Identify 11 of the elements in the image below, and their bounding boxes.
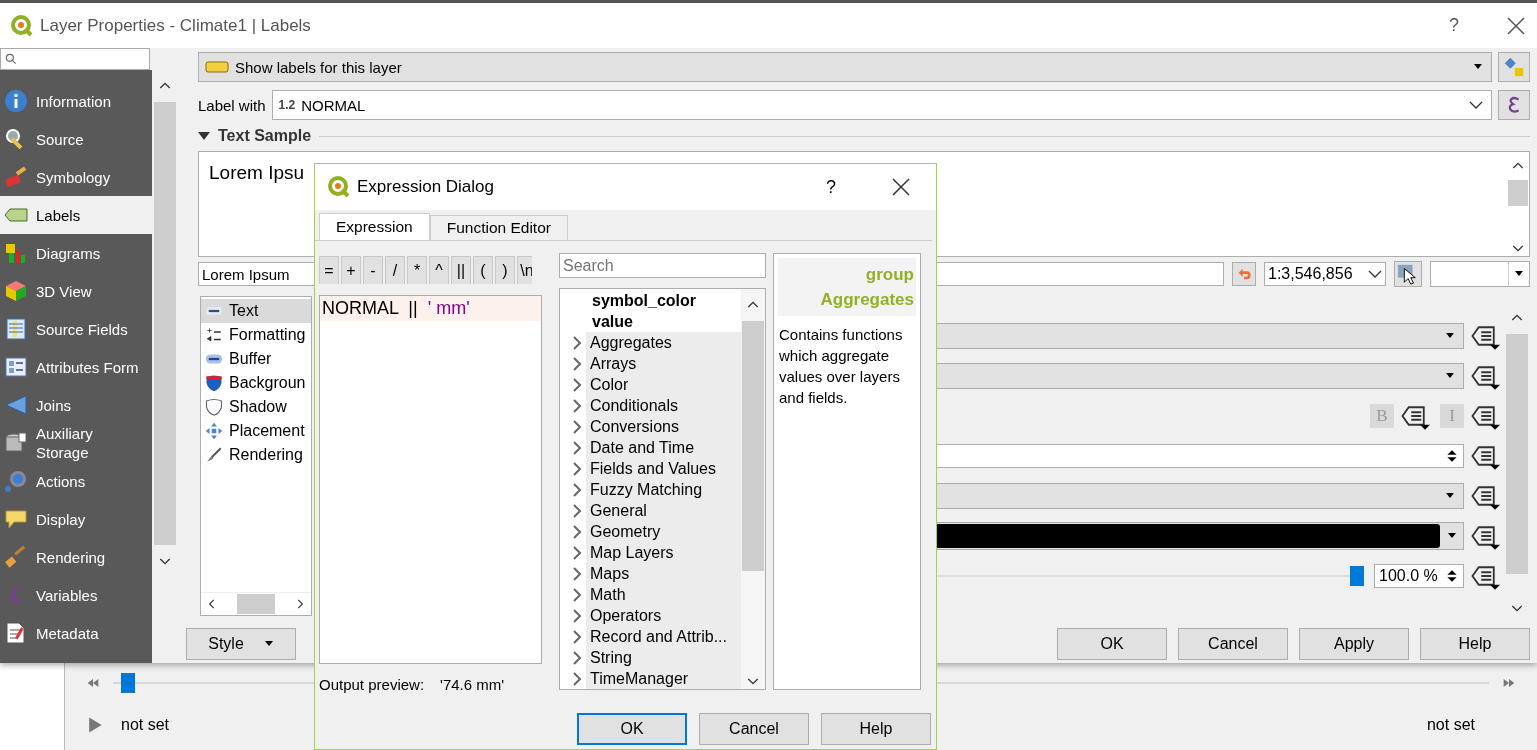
dialog-title: Expression Dialog	[357, 177, 495, 197]
end-time: not set	[1426, 716, 1475, 734]
window-title: Layer Properties - Climate1 | Labels	[40, 15, 312, 36]
start-time: not set	[121, 716, 170, 734]
help-heading: group Aggregates	[778, 258, 916, 316]
output-label: Output preview:	[319, 676, 425, 693]
sample-text: Lorem Ipsu	[208, 161, 305, 184]
section-title: Text Sample	[218, 127, 312, 145]
help-text: Contains functions which aggregate values over layers and fields.	[778, 325, 904, 408]
output-value: '74.6 mm'	[440, 676, 505, 693]
label-with-label: Label with	[198, 96, 266, 114]
